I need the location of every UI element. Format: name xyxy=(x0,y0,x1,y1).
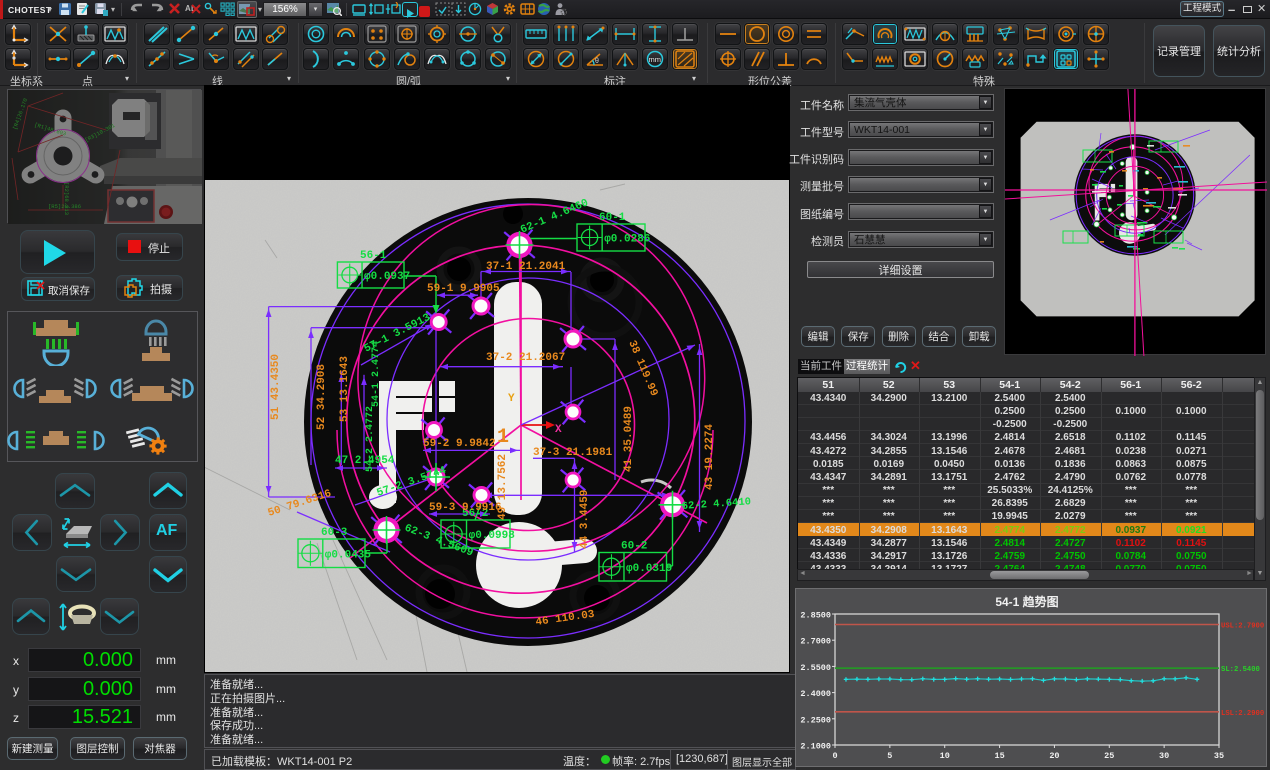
svg-text:59-1 9.9905: 59-1 9.9905 xyxy=(427,283,500,295)
svg-text:2.5500: 2.5500 xyxy=(800,663,831,673)
svg-text:φ0.0319: φ0.0319 xyxy=(626,563,672,575)
svg-text:60-3: 60-3 xyxy=(321,527,348,539)
svg-text:mm: mm xyxy=(648,55,661,64)
svg-text:X: X xyxy=(555,424,562,436)
svg-text:41 35.0489: 41 35.0489 xyxy=(623,406,635,472)
svg-text:Y: Y xyxy=(508,393,515,405)
svg-text:SL:2.5400: SL:2.5400 xyxy=(1221,666,1260,674)
svg-text:52 34.2908: 52 34.2908 xyxy=(316,364,328,430)
svg-text:2.2500: 2.2500 xyxy=(800,715,831,725)
svg-text:θ: θ xyxy=(595,58,599,65)
svg-text:25: 25 xyxy=(1104,751,1114,761)
svg-text:56-1: 56-1 xyxy=(360,250,387,262)
svg-text:1: 1 xyxy=(497,426,509,449)
svg-text:5: 5 xyxy=(887,751,892,761)
svg-text:54-1 趋势图: 54-1 趋势图 xyxy=(995,594,1058,609)
svg-text:59-2 9.9842: 59-2 9.9842 xyxy=(423,438,496,450)
svg-text:51 43.4350: 51 43.4350 xyxy=(270,354,282,420)
svg-text:44 3.4459: 44 3.4459 xyxy=(579,490,591,549)
svg-text:LSL:2.2900: LSL:2.2900 xyxy=(1221,710,1264,718)
svg-text:2.4000: 2.4000 xyxy=(800,689,831,699)
svg-text:60-2: 60-2 xyxy=(621,541,647,553)
svg-text:20: 20 xyxy=(1049,751,1059,761)
svg-text:φ0.0435: φ0.0435 xyxy=(325,549,372,561)
svg-text:30: 30 xyxy=(1159,751,1169,761)
svg-text:10: 10 xyxy=(940,751,950,761)
svg-text:φ0.0286: φ0.0286 xyxy=(604,234,650,246)
svg-text:37-1 21.2041: 37-1 21.2041 xyxy=(486,261,566,273)
svg-text:2.7000: 2.7000 xyxy=(800,637,831,647)
svg-text:0: 0 xyxy=(832,751,837,761)
svg-text:2.1000: 2.1000 xyxy=(800,742,831,752)
svg-text:43 19.2274: 43 19.2274 xyxy=(704,424,716,490)
svg-text:35: 35 xyxy=(1214,751,1224,761)
svg-text:USL:2.7900: USL:2.7900 xyxy=(1221,623,1264,631)
svg-text:37-3 21.1981: 37-3 21.1981 xyxy=(533,447,613,459)
svg-text:53 13.1643: 53 13.1643 xyxy=(339,356,351,422)
svg-text:60-1: 60-1 xyxy=(599,212,626,224)
svg-text:2.8500: 2.8500 xyxy=(800,611,831,621)
svg-text:49 13.7562: 49 13.7562 xyxy=(497,454,509,520)
svg-text:φ0.0998: φ0.0998 xyxy=(469,530,516,542)
svg-text:59-3 9.9916: 59-3 9.9916 xyxy=(429,502,502,514)
svg-text:φ0.0937: φ0.0937 xyxy=(364,271,410,283)
svg-text:15: 15 xyxy=(994,751,1004,761)
svg-text:54-1 2.4774: 54-1 2.4774 xyxy=(371,341,382,407)
svg-text:54-2 2.4772: 54-2 2.4772 xyxy=(365,406,376,472)
svg-text:37-2 21.2067: 37-2 21.2067 xyxy=(486,352,565,364)
